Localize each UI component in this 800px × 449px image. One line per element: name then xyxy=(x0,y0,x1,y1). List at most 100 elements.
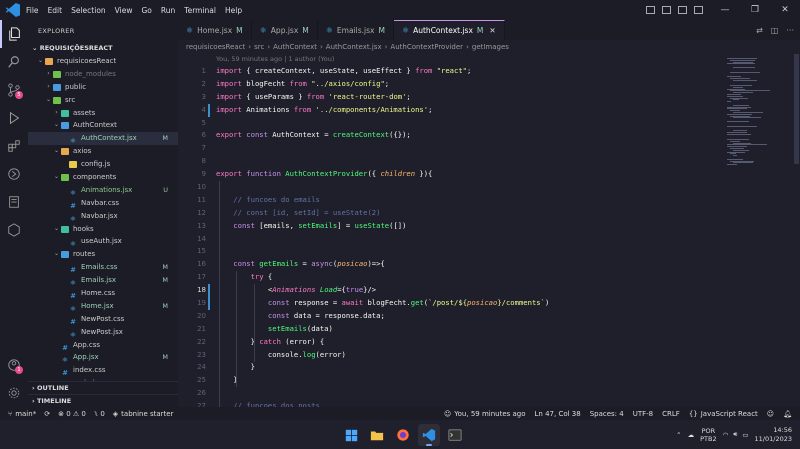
remote-explorer-icon[interactable] xyxy=(0,160,28,188)
breadcrumb-item[interactable]: getImages xyxy=(472,43,509,51)
tabnine-indicator[interactable]: ◈ tabnine starter xyxy=(113,410,174,418)
vscode-taskbar-icon[interactable] xyxy=(418,424,440,446)
close-button[interactable]: ✕ xyxy=(770,5,800,15)
code-line[interactable]: import blogFecht from "../axios/config"; xyxy=(216,78,716,91)
tree-item[interactable]: ⚛ Emails.jsx M xyxy=(28,274,178,287)
tree-item[interactable]: # App.css xyxy=(28,339,178,352)
clock[interactable]: 14:56 11/01/2023 xyxy=(755,426,792,444)
cloud-icon[interactable]: ☁ xyxy=(688,431,695,439)
code-line[interactable]: const [emails, setEmails] = useState([]) xyxy=(216,220,716,233)
code-line[interactable]: import Animations from '../components/An… xyxy=(216,104,716,117)
extensions-icon[interactable] xyxy=(0,132,28,160)
timeline-section[interactable]: › TIMELINE xyxy=(28,394,178,407)
cursor-position[interactable]: Ln 47, Col 38 xyxy=(535,410,581,418)
tab-app-jsx[interactable]: ⚛ App.jsx M xyxy=(252,20,318,40)
volume-icon[interactable]: 🔊︎ xyxy=(733,430,737,439)
git-blame-status[interactable]: ☺ You, 59 minutes ago xyxy=(444,410,526,418)
code-line[interactable]: import { useParams } from 'react-router-… xyxy=(216,91,716,104)
code-line[interactable]: } catch (error) { xyxy=(216,336,716,349)
code-line[interactable]: const getEmails = async(posicao)=>{ xyxy=(216,258,716,271)
tree-item[interactable]: ⌄ axios xyxy=(28,145,178,158)
indentation[interactable]: Spaces: 4 xyxy=(590,410,624,418)
code-line[interactable]: export function AuthContextProvider({ ch… xyxy=(216,168,716,181)
layout-sidebar-icon[interactable] xyxy=(662,6,671,14)
tree-item[interactable]: ⚛ useAuth.jsx xyxy=(28,235,178,248)
source-control-icon[interactable]: 5 xyxy=(0,76,28,104)
menu-item-view[interactable]: View xyxy=(115,6,133,15)
code-line[interactable]: console.log(error) xyxy=(216,349,716,362)
code-line[interactable]: } xyxy=(216,374,716,387)
tree-item[interactable]: ⚛ Navbar.jsx xyxy=(28,210,178,223)
ports-indicator[interactable]: ⑊ 0 xyxy=(94,410,105,418)
code-line[interactable]: } xyxy=(216,361,716,374)
notebook-icon[interactable] xyxy=(0,188,28,216)
code-line[interactable]: const response = await blogFecht.get(`/p… xyxy=(216,297,716,310)
menu-item-terminal[interactable]: Terminal xyxy=(184,6,216,15)
compare-icon[interactable]: ⇄ xyxy=(756,26,763,35)
tree-item[interactable]: # index.css xyxy=(28,364,178,377)
tree-item[interactable]: ⌄ components xyxy=(28,171,178,184)
tree-item[interactable]: ⌄ requisicoesReact xyxy=(28,55,178,68)
code-line[interactable]: // const [id, setId] = useState(2) xyxy=(216,207,716,220)
code-line[interactable]: setEmails(data) xyxy=(216,323,716,336)
code-line[interactable] xyxy=(216,181,716,194)
tree-item[interactable]: config.js xyxy=(28,158,178,171)
code-line[interactable]: import { createContext, useState, useEff… xyxy=(216,65,716,78)
tree-item[interactable]: ⚛ Home.jsx M xyxy=(28,300,178,313)
menu-item-file[interactable]: File xyxy=(26,6,39,15)
tree-item[interactable]: ⌄ src xyxy=(28,94,178,107)
tree-item[interactable]: # Emails.css M xyxy=(28,261,178,274)
layout-icon[interactable] xyxy=(646,6,655,14)
scrollbar-thumb[interactable] xyxy=(794,54,799,164)
code-line[interactable] xyxy=(216,117,716,130)
tree-item[interactable]: › node_modules xyxy=(28,68,178,81)
breadcrumb-item[interactable]: AuthContext.jsx xyxy=(326,43,382,51)
notifications-icon[interactable]: 🔔︎ xyxy=(783,410,792,418)
account-icon[interactable]: 1 xyxy=(0,351,28,379)
search-icon[interactable] xyxy=(0,48,28,76)
containers-icon[interactable] xyxy=(0,216,28,244)
split-editor-icon[interactable]: ◫ xyxy=(771,26,779,35)
encoding[interactable]: UTF-8 xyxy=(633,410,653,418)
firefox-icon[interactable] xyxy=(392,424,414,446)
menu-item-edit[interactable]: Edit xyxy=(48,6,63,15)
editor-scrollbar[interactable] xyxy=(793,54,800,407)
breadcrumb-item[interactable]: requisicoesReact xyxy=(186,43,245,51)
minimize-button[interactable]: — xyxy=(710,5,740,15)
input-language[interactable]: POR PTB2 xyxy=(700,427,717,443)
code-content[interactable]: import { createContext, useState, useEff… xyxy=(216,65,716,407)
explorer-icon[interactable] xyxy=(0,20,28,48)
breadcrumb-item[interactable]: AuthContext xyxy=(273,43,317,51)
tree-item[interactable]: # Home.css xyxy=(28,287,178,300)
code-line[interactable]: try { xyxy=(216,271,716,284)
tab-home-jsx[interactable]: ⚛ Home.jsx M xyxy=(178,20,252,40)
tree-item[interactable]: ⚛ Animations.jsx U xyxy=(28,184,178,197)
code-line[interactable] xyxy=(216,233,716,246)
code-line[interactable] xyxy=(216,387,716,400)
tab-close-icon[interactable]: ✕ xyxy=(489,26,495,35)
menu-item-run[interactable]: Run xyxy=(161,6,175,15)
code-line[interactable] xyxy=(216,155,716,168)
settings-gear-icon[interactable] xyxy=(0,379,28,407)
layout-customize-icon[interactable] xyxy=(694,6,703,14)
menu-item-selection[interactable]: Selection xyxy=(71,6,106,15)
breadcrumb-item[interactable]: src xyxy=(254,43,264,51)
run-debug-icon[interactable] xyxy=(0,104,28,132)
code-line[interactable]: // funcoes dos posts xyxy=(216,400,716,407)
tree-item[interactable]: › public xyxy=(28,81,178,94)
tab-emails-jsx[interactable]: ⚛ Emails.jsx M xyxy=(318,20,394,40)
tree-item[interactable]: ⌄ AuthContext xyxy=(28,119,178,132)
maximize-button[interactable]: ❐ xyxy=(740,5,770,15)
branch-indicator[interactable]: ⑂ main* xyxy=(8,410,36,418)
tree-item[interactable]: ⌄ hooks xyxy=(28,223,178,236)
terminal-icon[interactable] xyxy=(444,424,466,446)
feedback-icon[interactable]: ☺ xyxy=(767,410,774,418)
language-mode[interactable]: {} JavaScript React xyxy=(689,410,758,418)
code-editor[interactable]: You, 59 minutes ago | 1 author (You) 123… xyxy=(178,54,723,407)
code-line[interactable]: const data = response.data; xyxy=(216,310,716,323)
code-line[interactable]: export const AuthContext = createContext… xyxy=(216,129,716,142)
tab-authcontext-jsx[interactable]: ⚛ AuthContext.jsx M ✕ xyxy=(393,20,505,40)
tree-item[interactable]: ⚛ App.jsx M xyxy=(28,351,178,364)
wifi-icon[interactable]: ◠ xyxy=(723,431,729,439)
workspace-root[interactable]: ⌄ REQUISIÇÕESREACT xyxy=(28,42,178,55)
